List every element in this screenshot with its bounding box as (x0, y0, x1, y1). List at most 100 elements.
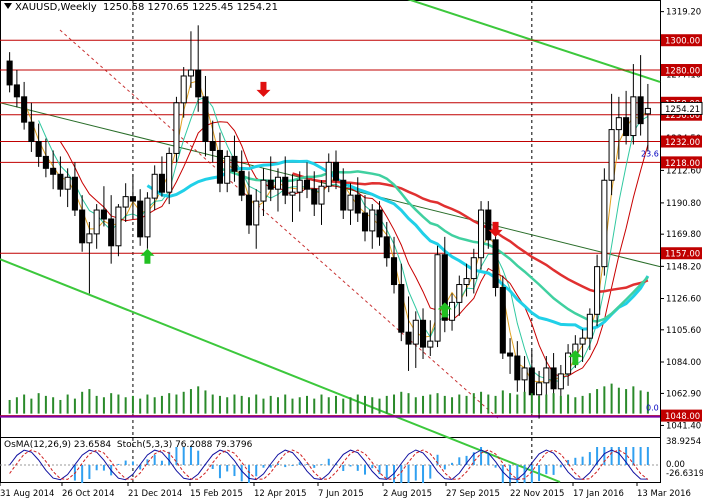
time-tick-label: 22 Nov 2015 (510, 489, 564, 499)
candle-body (623, 117, 630, 137)
caret-down-icon (4, 3, 12, 9)
candle-body (13, 84, 20, 98)
candle-body (64, 176, 71, 190)
candle-body (173, 102, 180, 154)
chart-title: XAUUSD,Weekly 1250.58 1270.65 1225.45 12… (4, 2, 278, 13)
candle-body (231, 155, 238, 172)
candle-body (347, 194, 354, 211)
candle-body (144, 197, 151, 238)
time-tick-label: 27 Sep 2015 (446, 489, 500, 499)
candle-body (108, 218, 115, 247)
time-tick-label: 31 Aug 2014 (0, 489, 54, 499)
candle-body (274, 176, 282, 190)
candle-body (354, 194, 361, 214)
chart-canvas: 1319.201298.401277.101256.301234.501212.… (0, 0, 703, 499)
candle-body (224, 155, 231, 184)
candle-body (93, 209, 100, 235)
candle-body (485, 209, 492, 241)
candle-body (209, 141, 216, 151)
candle-body (332, 161, 340, 181)
time-tick-label: 12 Apr 2015 (254, 489, 307, 499)
candle-body (383, 236, 390, 259)
candle-body (151, 173, 158, 199)
osma-axis-label: -26.6319 (666, 469, 703, 479)
down-arrow-icon (256, 81, 271, 97)
time-tick-label: 21 Dec 2014 (128, 489, 182, 499)
candle-body (557, 373, 564, 390)
candle-body (187, 69, 194, 77)
level-label: 1048.00 (665, 412, 700, 422)
time-tick-label: 17 Jan 2016 (573, 489, 624, 499)
candle-body (296, 179, 303, 193)
candle-body (122, 196, 129, 208)
candle-body (115, 206, 122, 247)
symbol-label: XAUUSD,Weekly (15, 2, 97, 13)
candle-body (492, 239, 499, 289)
price-tick-label: 1126.60 (666, 295, 701, 305)
candle-body (478, 209, 485, 259)
current-price-label: 1254.21 (665, 105, 700, 115)
candle-body (340, 179, 347, 211)
up-arrow-icon (140, 248, 155, 264)
osma-axis-label: 38.9254 (666, 437, 701, 447)
price-tick-label: 1148.20 (666, 262, 701, 272)
candle-body (28, 121, 35, 143)
level-label: 1157.00 (665, 250, 700, 260)
stoch-label: Stoch(5,3,3) 76.2088 79.3796 (116, 440, 253, 450)
time-tick-label: 2 Aug 2015 (383, 489, 432, 499)
time-tick-label: 26 Oct 2014 (62, 489, 115, 499)
candle-body (630, 96, 637, 137)
candle-body (79, 209, 86, 244)
candle-body (427, 340, 434, 348)
level-label: 1300.00 (665, 37, 700, 47)
candle-body (499, 287, 506, 354)
candle-body (449, 301, 456, 321)
candle-body (50, 167, 57, 175)
ma-slow (59, 121, 649, 378)
candle-body (412, 319, 419, 345)
price-tick-label: 1319.20 (666, 8, 701, 18)
candle-body (470, 257, 477, 280)
candle-body (615, 117, 622, 131)
level-label: 1218.00 (665, 159, 700, 169)
candle-body (260, 179, 267, 202)
candle-body (514, 355, 521, 381)
candle-body (405, 331, 412, 345)
candle-body (202, 96, 209, 143)
candle-body (6, 60, 13, 86)
ohlc-readout: 1250.58 1270.65 1225.45 1254.21 (103, 2, 278, 13)
price-tick-label: 1062.90 (666, 389, 701, 399)
candle-body (507, 352, 514, 357)
candle-body (21, 96, 28, 123)
candle-body (137, 200, 144, 238)
candle-body (35, 141, 42, 157)
candle-body (398, 284, 405, 333)
candle-body (129, 196, 136, 202)
candle-body (456, 284, 463, 303)
candle-body (253, 200, 260, 226)
candle-body (390, 257, 398, 286)
candle-body (579, 337, 586, 345)
price-tick-label: 1041.40 (666, 421, 701, 431)
level-label: 1232.00 (665, 138, 700, 148)
candle-body (463, 278, 470, 286)
candle-body (166, 152, 173, 193)
candle-body (57, 173, 64, 190)
candle-body (71, 176, 78, 211)
candle-body (361, 212, 369, 232)
candle-body (419, 319, 427, 348)
candle-body (216, 149, 223, 184)
candle-body (637, 96, 644, 125)
candle-body (325, 161, 332, 187)
price-tick-label: 1190.80 (666, 199, 701, 209)
candle-body (238, 170, 245, 196)
candle-body (528, 367, 535, 396)
osma-title: OsMA(12,26,9) 23.6584 Stoch(5,3,3) 76.20… (4, 440, 252, 450)
price-tick-label: 1105.60 (666, 326, 701, 336)
candle-body (318, 185, 325, 205)
volume-zero-label: 0.0 (646, 404, 659, 413)
osma-label: OsMA(12,26,9) 23.6584 (4, 440, 112, 450)
candle-body (376, 209, 383, 238)
ma-medium (38, 96, 649, 383)
price-tick-label: 1169.80 (666, 230, 701, 240)
